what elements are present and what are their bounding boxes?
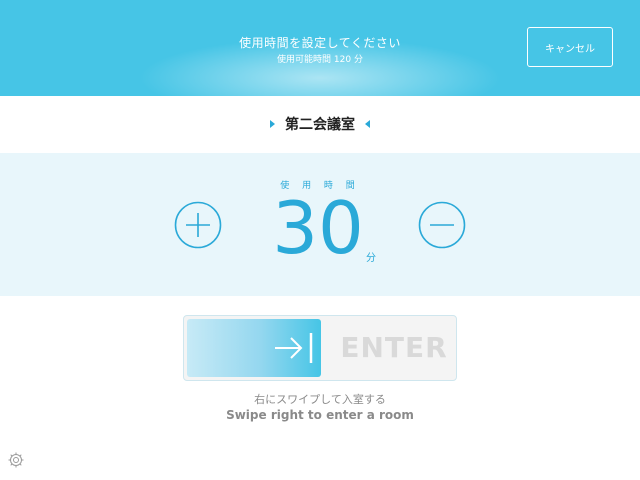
swipe-to-enter-slider[interactable]: ENTER [183,315,457,381]
header-bar: 使用時間を設定してください 使用可能時間 120 分 キャンセル [0,0,640,96]
room-name: 第二会議室 [285,117,355,133]
cancel-button[interactable]: キャンセル [527,27,613,67]
room-next-arrow-icon[interactable] [365,120,370,128]
slider-handle[interactable] [187,319,321,377]
duration-unit: 分 [366,253,376,264]
swipe-hint-english: Swipe right to enter a room [226,408,414,422]
arrow-right-bar-icon [275,333,313,363]
room-prev-arrow-icon[interactable] [270,120,275,128]
duration-value: 30 [272,186,364,270]
minus-circle-icon[interactable] [418,201,466,249]
enter-label: ENTER [340,331,448,364]
duration-panel: 使 用 時 間 30 分 [0,153,640,296]
swipe-hint-japanese: 右にスワイプして入室する [254,393,386,406]
settings-gear-icon[interactable] [8,452,24,468]
plus-circle-icon[interactable] [174,201,222,249]
room-selector: 第二会議室 [0,96,640,152]
